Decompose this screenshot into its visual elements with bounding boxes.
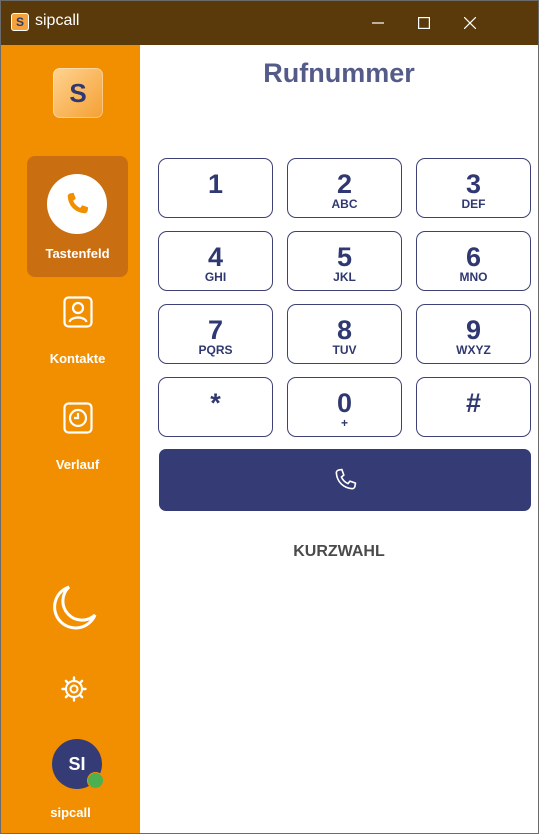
app-window: S sipcall S Tastenfeld Kontakte Verlauf … bbox=[0, 0, 539, 834]
contact-icon bbox=[63, 296, 93, 328]
key-9[interactable]: 9 WXYZ bbox=[416, 304, 531, 364]
minimize-icon bbox=[372, 22, 384, 24]
maximize-button[interactable] bbox=[401, 1, 447, 45]
status-indicator bbox=[87, 772, 104, 789]
kurzwahl-link[interactable]: KURZWAHL bbox=[140, 543, 538, 561]
moon-icon[interactable] bbox=[49, 583, 99, 633]
key-0[interactable]: 0 + bbox=[287, 377, 402, 437]
phone-icon bbox=[335, 468, 357, 490]
key-6[interactable]: 6 MNO bbox=[416, 231, 531, 291]
key-3[interactable]: 3 DEF bbox=[416, 158, 531, 218]
main-content: Rufnummer 1 2 ABC 3 DEF 4 GHI 5 JKL 6 MNO 7 PQ… bbox=[140, 45, 538, 833]
app-logo: S bbox=[53, 68, 103, 118]
close-button[interactable] bbox=[447, 1, 493, 45]
sidebar: S Tastenfeld Kontakte Verlauf SI sipcall bbox=[1, 45, 140, 833]
key-1[interactable]: 1 bbox=[158, 158, 273, 218]
key-7[interactable]: 7 PQRS bbox=[158, 304, 273, 364]
title-bar[interactable]: S sipcall bbox=[1, 1, 538, 45]
phone-icon bbox=[47, 174, 107, 234]
nav-label-kontakte: Kontakte bbox=[49, 351, 106, 366]
page-title: Rufnummer bbox=[263, 58, 415, 88]
nav-verlauf[interactable]: Verlauf bbox=[27, 401, 128, 481]
minimize-button[interactable] bbox=[355, 1, 401, 45]
user-name: sipcall bbox=[50, 805, 91, 820]
clock-icon bbox=[63, 402, 93, 434]
key-5[interactable]: 5 JKL bbox=[287, 231, 402, 291]
nav-label-verlauf: Verlauf bbox=[55, 457, 100, 472]
nav-label-tastenfeld: Tastenfeld bbox=[45, 246, 110, 261]
close-icon bbox=[464, 17, 476, 29]
app-icon: S bbox=[11, 13, 29, 31]
nav-kontakte[interactable]: Kontakte bbox=[27, 295, 128, 375]
avatar[interactable]: SI bbox=[52, 739, 104, 789]
call-button[interactable] bbox=[159, 449, 531, 511]
maximize-icon bbox=[418, 17, 430, 29]
key-star[interactable]: * bbox=[158, 377, 273, 437]
key-2[interactable]: 2 ABC bbox=[287, 158, 402, 218]
avatar-initials: SI bbox=[68, 753, 86, 774]
key-4[interactable]: 4 GHI bbox=[158, 231, 273, 291]
nav-tastenfeld[interactable]: Tastenfeld bbox=[27, 156, 128, 277]
gear-icon[interactable] bbox=[60, 675, 88, 703]
window-title: sipcall bbox=[35, 12, 80, 29]
key-8[interactable]: 8 TUV bbox=[287, 304, 402, 364]
key-hash[interactable]: # bbox=[416, 377, 531, 437]
